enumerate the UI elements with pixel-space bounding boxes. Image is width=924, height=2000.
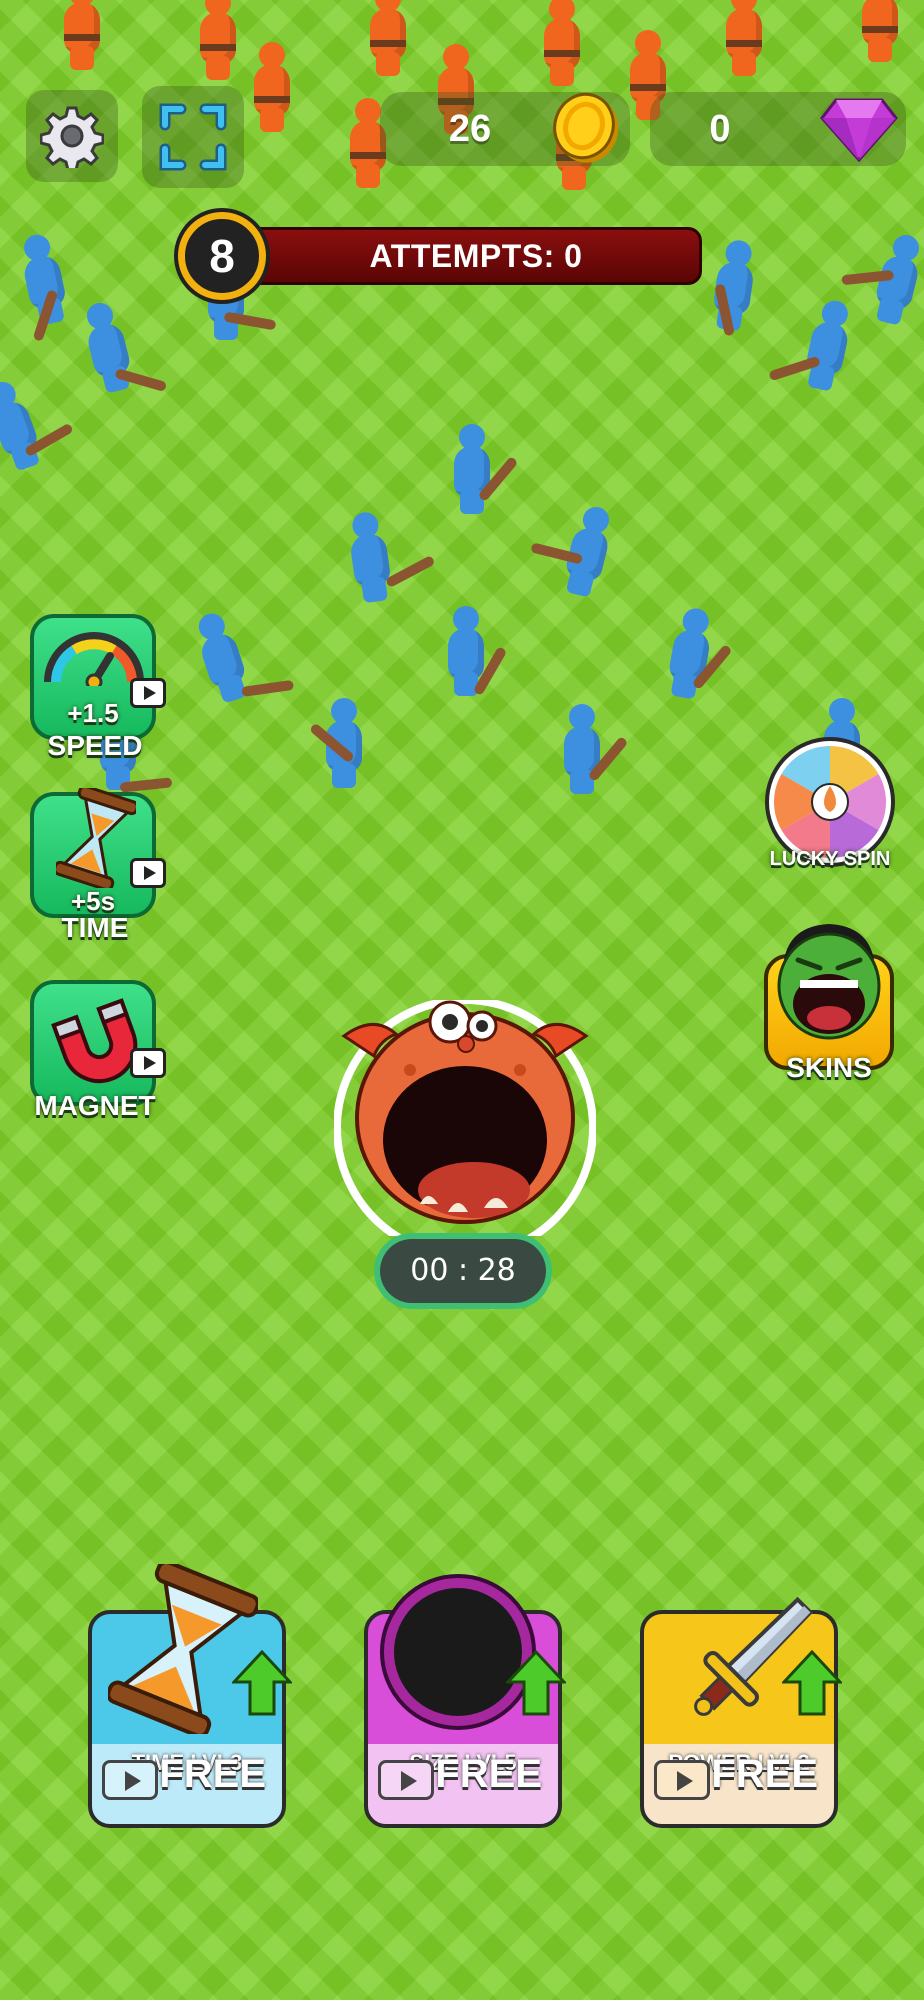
hulk-face-icon: [777, 924, 881, 1040]
watch-ad-icon: [130, 858, 166, 888]
orange-enemy: [540, 0, 584, 88]
time-booster-button[interactable]: +5s: [30, 788, 166, 918]
orange-enemy: [60, 0, 104, 72]
gem-counter: 0: [650, 92, 906, 166]
speed-booster-button[interactable]: +1.5: [30, 614, 166, 740]
power-upgrade-free: FREE: [711, 1752, 818, 1796]
lucky-spin-label: LUCKY SPIN: [769, 848, 891, 870]
coin-count: 26: [448, 108, 492, 150]
blue-minion: [660, 605, 733, 703]
blue-minion: [76, 298, 168, 398]
gem-icon: [820, 98, 898, 162]
time-upgrade-cta: FREE: [92, 1744, 282, 1824]
blue-minion: [768, 296, 859, 395]
blue-minion: [841, 230, 924, 330]
skins-label: SKINS: [786, 1052, 872, 1083]
size-upgrade-free: FREE: [435, 1752, 542, 1796]
speed-booster-label: SPEED: [47, 730, 143, 761]
timer-text: 00 : 28: [380, 1239, 546, 1303]
power-upgrade-cta: FREE: [644, 1744, 834, 1824]
coin-counter: 26: [380, 92, 630, 166]
gem-count: 0: [709, 108, 731, 150]
watch-ad-icon: [130, 1048, 166, 1078]
monster-mouth: [333, 996, 597, 1260]
orange-enemy: [858, 0, 902, 64]
attempts-label: ATTEMPTS: 0: [369, 238, 583, 274]
blue-minion: [560, 704, 629, 796]
blue-minion: [444, 606, 508, 698]
orange-enemy: [196, 0, 240, 82]
watch-ad-icon: [130, 678, 166, 708]
upgrade-arrow-icon: [506, 1650, 566, 1716]
orange-enemy: [722, 0, 766, 78]
blue-minion: [450, 424, 519, 516]
fullscreen-icon: [159, 103, 227, 171]
round-timer: 00 : 28: [374, 1233, 552, 1309]
blue-minion: [308, 698, 366, 790]
gear-icon: [40, 106, 104, 168]
attempts-bar: ATTEMPTS: 0: [240, 227, 702, 285]
speedometer-icon: [44, 632, 144, 686]
blue-minion: [13, 230, 75, 342]
time-booster-label: TIME: [61, 912, 129, 943]
watch-ad-icon: [378, 1760, 434, 1800]
orange-enemy: [250, 42, 294, 134]
blue-minion: [187, 607, 295, 708]
level-badge: 8: [178, 212, 266, 300]
upgrade-arrow-icon: [782, 1650, 842, 1716]
size-upgrade-cta: FREE: [368, 1744, 558, 1824]
orange-enemy: [366, 0, 410, 78]
settings-button[interactable]: [26, 90, 118, 182]
blue-minion: [530, 502, 621, 602]
magnet-booster-label: MAGNET: [34, 1090, 156, 1121]
magnet-booster-button[interactable]: [30, 980, 166, 1106]
magnet-icon: [51, 998, 138, 1084]
blue-minion: [706, 237, 762, 337]
coin-icon: [553, 92, 619, 163]
upgrade-arrow-icon: [232, 1650, 292, 1716]
blue-minion: [342, 509, 436, 606]
time-upgrade-free: FREE: [159, 1752, 266, 1796]
watch-ad-icon: [654, 1760, 710, 1800]
player-monster-hole: [333, 996, 597, 1260]
hourglass-icon: [56, 788, 136, 888]
watch-ad-icon: [102, 1760, 158, 1800]
fullscreen-button[interactable]: [142, 86, 244, 188]
blue-minion: [0, 375, 74, 477]
